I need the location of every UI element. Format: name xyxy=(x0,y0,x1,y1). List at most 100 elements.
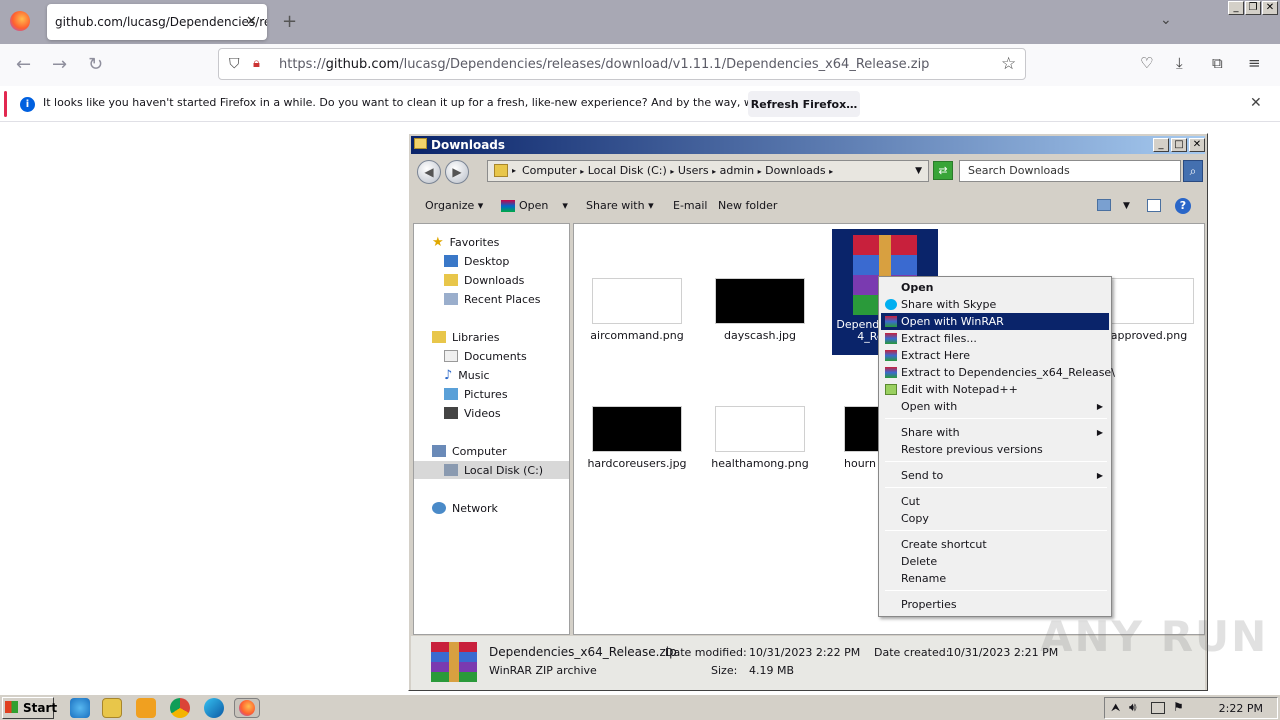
forward-icon[interactable]: ▶ xyxy=(445,160,469,184)
maximize-icon[interactable]: □ xyxy=(1171,138,1187,152)
explorer-icon[interactable] xyxy=(102,698,122,718)
close-icon[interactable]: ✕ xyxy=(1189,138,1205,152)
extensions-icon[interactable]: ⧉ xyxy=(1212,54,1223,72)
firefox-taskbar-button[interactable] xyxy=(234,698,260,718)
nav-documents[interactable]: Documents xyxy=(444,347,527,365)
menu-extract-here[interactable]: Extract Here xyxy=(881,347,1109,364)
crumb-local-disk[interactable]: Local Disk (C:) xyxy=(588,164,667,177)
new-tab-icon[interactable]: + xyxy=(282,11,297,32)
menu-separator xyxy=(885,461,1107,462)
window-controls: _ ❐ ✕ xyxy=(1228,1,1278,15)
nav-downloads[interactable]: Downloads xyxy=(444,271,524,289)
nav-favorites[interactable]: ★ Favorites xyxy=(432,233,499,251)
flag-icon[interactable]: ⚑ xyxy=(1173,700,1184,714)
volume-icon[interactable]: 🔊︎ xyxy=(1129,700,1137,715)
close-notification-icon[interactable]: ✕ xyxy=(1250,95,1262,111)
menu-send-to[interactable]: Send to ▶ xyxy=(881,467,1109,484)
bookmark-star-icon[interactable]: ☆ xyxy=(1001,54,1016,74)
pocket-icon[interactable]: ♡ xyxy=(1140,54,1153,72)
tab-list-chevron-icon[interactable]: ⌄ xyxy=(1160,12,1172,28)
nav-computer[interactable]: Computer xyxy=(432,442,507,460)
preview-pane-icon[interactable] xyxy=(1147,199,1161,212)
chrome-icon[interactable] xyxy=(170,698,190,718)
media-player-icon[interactable] xyxy=(136,698,156,718)
file-item[interactable]: healthamong.png xyxy=(705,406,815,470)
menu-icon[interactable]: ≡ xyxy=(1248,54,1261,72)
nav-network[interactable]: Network xyxy=(432,499,498,517)
browser-tab[interactable]: github.com/lucasg/Dependencies/releases xyxy=(47,4,267,40)
winrar-icon xyxy=(885,367,897,378)
tab-close-icon[interactable]: ✕ xyxy=(246,14,257,29)
back-icon[interactable]: ◀ xyxy=(417,160,441,184)
forward-icon[interactable]: → xyxy=(52,54,67,75)
nav-local-disk[interactable]: Local Disk (C:) xyxy=(414,461,569,479)
dropdown-icon[interactable]: ▼ xyxy=(915,161,922,181)
new-folder-button[interactable]: New folder xyxy=(718,192,777,220)
nav-music[interactable]: ♪ Music xyxy=(444,366,490,384)
menu-share-with[interactable]: Share with ▶ xyxy=(881,424,1109,441)
open-button[interactable]: Open ▾ xyxy=(501,192,568,220)
edge-icon[interactable] xyxy=(204,698,224,718)
reload-icon[interactable]: ↻ xyxy=(88,54,103,75)
nav-videos[interactable]: Videos xyxy=(444,404,501,422)
downloads-icon[interactable]: ⤓ xyxy=(1176,54,1183,72)
crumb-downloads[interactable]: Downloads xyxy=(765,164,825,177)
nav-recent-places[interactable]: Recent Places xyxy=(444,290,541,308)
pictures-icon xyxy=(444,388,458,400)
close-icon[interactable]: ✕ xyxy=(1262,1,1278,15)
minimize-icon[interactable]: _ xyxy=(1153,138,1169,152)
lock-icon[interactable]: 🔒︎ xyxy=(253,56,260,71)
menu-extract-to[interactable]: Extract to Dependencies_x64_Release\ xyxy=(881,364,1115,381)
url-bar[interactable]: ⛉ 🔒︎ https://github.com/lucasg/Dependenc… xyxy=(218,48,1026,80)
share-with-button[interactable]: Share with ▾ xyxy=(586,192,654,220)
search-icon[interactable]: ⌕ xyxy=(1183,160,1203,182)
tab-title: github.com/lucasg/Dependencies/releases xyxy=(55,15,267,29)
menu-extract-files[interactable]: Extract files... xyxy=(881,330,1109,347)
menu-delete[interactable]: Delete xyxy=(881,553,1109,570)
email-button[interactable]: E-mail xyxy=(673,192,708,220)
menu-cut[interactable]: Cut xyxy=(881,493,1109,510)
network-tray-icon[interactable] xyxy=(1151,702,1165,714)
menu-rename[interactable]: Rename xyxy=(881,570,1109,587)
menu-open-with[interactable]: Open with ▶ xyxy=(881,398,1109,415)
view-icon[interactable] xyxy=(1097,199,1111,211)
menu-open[interactable]: Open xyxy=(881,279,1109,296)
menu-copy[interactable]: Copy xyxy=(881,510,1109,527)
restore-icon[interactable]: ❐ xyxy=(1245,1,1261,15)
crumb-users[interactable]: Users xyxy=(678,164,709,177)
nav-pictures[interactable]: Pictures xyxy=(444,385,508,403)
view-dropdown-icon[interactable]: ▼ xyxy=(1123,192,1130,220)
firefox-logo-icon[interactable] xyxy=(10,11,30,31)
clock[interactable]: 2:22 PM xyxy=(1219,702,1263,715)
image-thumbnail xyxy=(715,278,805,324)
submenu-arrow-icon: ▶ xyxy=(1096,428,1103,437)
help-icon[interactable]: ? xyxy=(1175,198,1191,214)
refresh-arrows-icon[interactable]: ⇄ xyxy=(933,161,953,180)
refresh-firefox-button[interactable]: Refresh Firefox… xyxy=(748,91,860,117)
nav-libraries[interactable]: Libraries xyxy=(432,328,500,346)
menu-properties[interactable]: Properties xyxy=(881,596,1109,613)
minimize-icon[interactable]: _ xyxy=(1228,1,1244,15)
crumb-computer[interactable]: Computer xyxy=(522,164,577,177)
nav-desktop[interactable]: Desktop xyxy=(444,252,509,270)
crumb-admin[interactable]: admin xyxy=(720,164,754,177)
shield-icon[interactable]: ⛉ xyxy=(229,56,240,72)
detail-modified-label: Date modified: xyxy=(665,646,747,659)
menu-share-skype[interactable]: Share with Skype xyxy=(881,296,1109,313)
command-bar: Organize ▾ Open ▾ Share with ▾ E-mail Ne… xyxy=(411,192,1205,220)
menu-create-shortcut[interactable]: Create shortcut xyxy=(881,536,1109,553)
breadcrumb[interactable]: ▸ Computer ▸ Local Disk (C:) ▸ Users ▸ a… xyxy=(487,160,929,182)
menu-open-winrar[interactable]: Open with WinRAR xyxy=(881,313,1109,330)
file-item[interactable]: dayscash.jpg xyxy=(705,278,815,342)
file-item[interactable]: aircommand.png xyxy=(582,278,692,342)
back-icon[interactable]: ← xyxy=(16,54,31,75)
file-item[interactable]: hardcoreusers.jpg xyxy=(582,406,692,470)
tray-expand-icon[interactable]: ⮝ xyxy=(1111,701,1120,715)
organize-button[interactable]: Organize ▾ xyxy=(425,192,483,220)
menu-restore-versions[interactable]: Restore previous versions xyxy=(881,441,1109,458)
ie-icon[interactable] xyxy=(70,698,90,718)
search-input[interactable]: Search Downloads xyxy=(959,160,1181,182)
submenu-arrow-icon: ▶ xyxy=(1096,402,1103,411)
menu-edit-notepad[interactable]: Edit with Notepad++ xyxy=(881,381,1109,398)
menu-separator xyxy=(885,487,1107,488)
